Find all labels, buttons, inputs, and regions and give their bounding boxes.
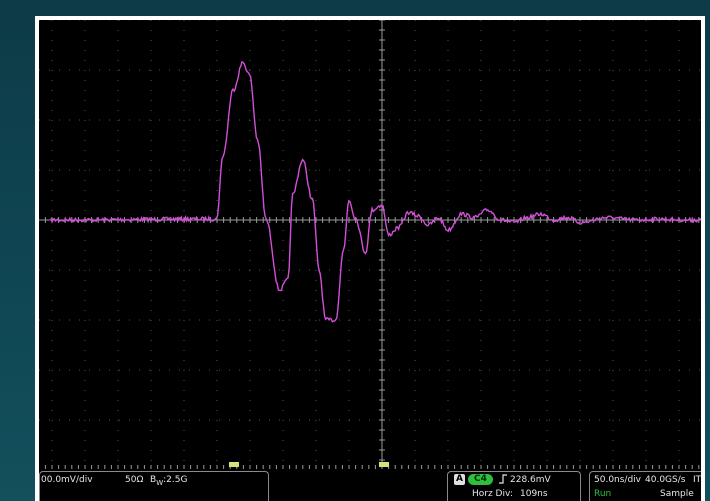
acquisition-mode: Sample (660, 489, 694, 499)
channel-readout[interactable]: 00.0mV/div 50Ω BW:2.5G (39, 471, 269, 501)
timebase-readout[interactable]: 50.0ns/div 40.0GS/s IT Run Sample (589, 471, 701, 501)
trigger-position-marker (229, 462, 239, 467)
rising-edge-icon (498, 473, 508, 488)
run-state: Run (594, 489, 612, 499)
waveform-display[interactable] (39, 20, 701, 469)
horz-div-value: 109ns (520, 489, 548, 499)
timebase-scale: 50.0ns/div (594, 475, 642, 485)
trigger-channel-badge: C4 (468, 474, 493, 485)
oscilloscope-frame: 00.0mV/div 50Ω BW:2.5G A C4 228.6mV Horz… (35, 16, 705, 501)
waveform-plot (39, 20, 701, 469)
channel-scale: 00.0mV/div (41, 475, 93, 485)
bandwidth-value: :2.5G (163, 475, 188, 485)
status-bar: 00.0mV/div 50Ω BW:2.5G A C4 228.6mV Horz… (39, 469, 701, 501)
bandwidth-limit: BW:2.5G (150, 475, 187, 487)
horz-div-label: Horz Div: (472, 489, 513, 499)
graticule (39, 20, 701, 469)
trigger-source-badge: A (454, 474, 465, 485)
truncated-label: IT (693, 475, 701, 485)
channel-4-trace (50, 60, 701, 323)
trigger-readout[interactable]: A C4 228.6mV Horz Div: 109ns (447, 471, 581, 501)
channel-termination: 50Ω (125, 475, 144, 485)
expansion-point-marker (379, 462, 389, 467)
sample-rate: 40.0GS/s (645, 475, 686, 485)
trigger-level: 228.6mV (510, 475, 551, 485)
